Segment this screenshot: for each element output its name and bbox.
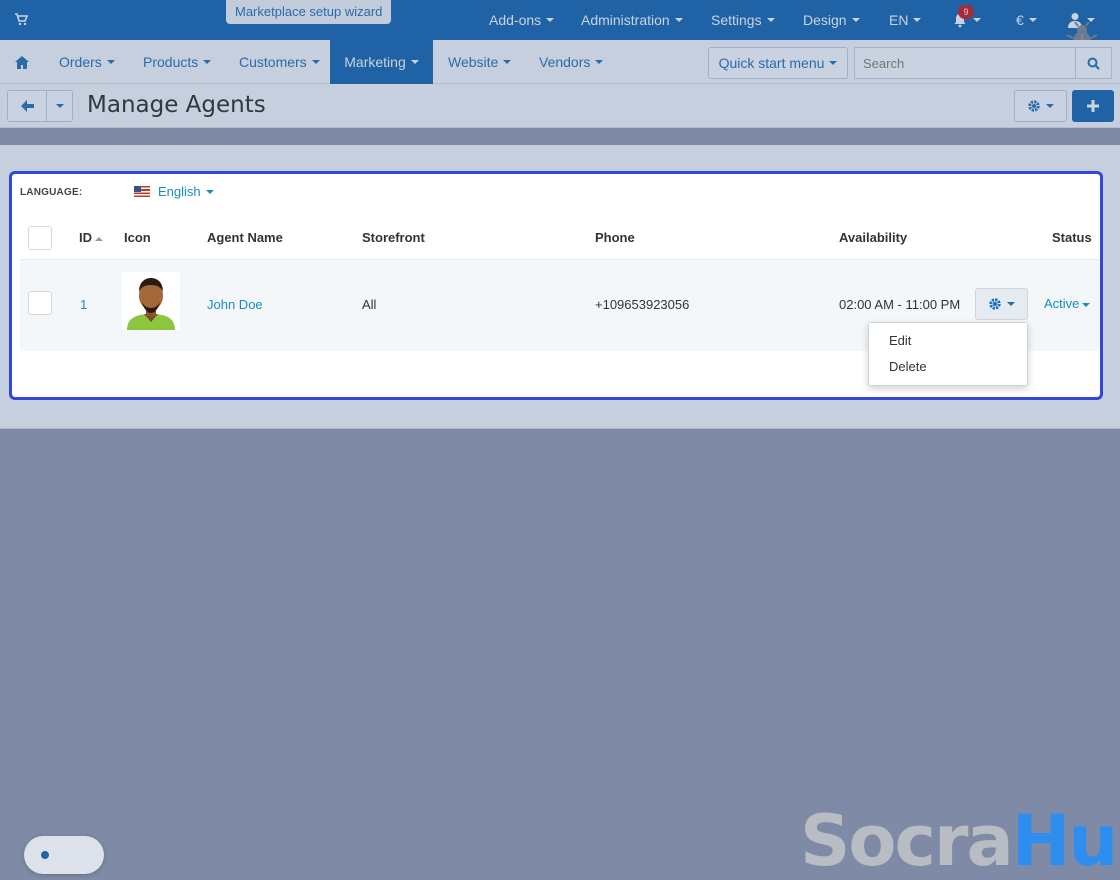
row-actions-button[interactable] <box>975 288 1028 320</box>
menu-currency-label: € <box>1016 12 1024 28</box>
chevron-down-icon <box>829 61 838 65</box>
nav-products[interactable]: Products <box>143 40 212 84</box>
nav-vendors[interactable]: Vendors <box>539 40 604 84</box>
menu-add-ons[interactable]: Add-ons <box>489 0 555 40</box>
menu-administration[interactable]: Administration <box>581 0 683 40</box>
us-flag-icon <box>134 186 150 197</box>
quick-start-menu-button[interactable]: Quick start menu <box>708 47 848 79</box>
chevron-down-icon <box>546 18 555 22</box>
chevron-down-icon <box>674 18 683 22</box>
menu-language[interactable]: EN <box>889 0 922 40</box>
main-nav: Orders Products Customers Marketing Webs… <box>0 40 1120 84</box>
top-bar: Marketplace setup wizard Add-ons Adminis… <box>0 0 1120 40</box>
nav-website[interactable]: Website <box>448 40 512 84</box>
gear-icon <box>1028 100 1040 112</box>
column-header-phone[interactable]: Phone <box>595 230 635 245</box>
row-phone: +109653923056 <box>595 297 690 312</box>
menu-add-ons-label: Add-ons <box>489 12 542 28</box>
page-title: Manage Agents <box>87 92 266 118</box>
chevron-down-icon <box>973 18 981 22</box>
chevron-down-icon <box>203 60 212 64</box>
menu-settings-label: Settings <box>711 12 762 28</box>
chevron-down-icon <box>1082 302 1091 307</box>
menu-design[interactable]: Design <box>803 0 860 40</box>
marketplace-wizard-button[interactable]: Marketplace setup wizard <box>226 0 392 24</box>
brand-watermark: SocraHub <box>800 806 1120 876</box>
chevron-down-icon <box>410 60 419 64</box>
column-header-storefront[interactable]: Storefront <box>362 230 425 245</box>
demo-logo-icon <box>41 851 49 859</box>
column-id-label: ID <box>79 230 92 245</box>
add-agent-button[interactable] <box>1072 90 1114 122</box>
column-header-agent-name[interactable]: Agent Name <box>207 230 283 245</box>
demo-widget-button[interactable] <box>24 836 104 874</box>
chevron-down-icon <box>595 60 604 64</box>
chevron-down-icon <box>503 60 512 64</box>
gear-icon <box>989 298 1001 310</box>
menu-settings[interactable]: Settings <box>711 0 775 40</box>
language-selector[interactable]: English <box>134 184 214 199</box>
status-label: Active <box>1044 296 1080 311</box>
back-button[interactable] <box>7 90 47 122</box>
home-icon <box>15 55 29 69</box>
chevron-down-icon <box>1046 104 1054 108</box>
column-header-availability[interactable]: Availability <box>839 230 907 245</box>
row-availability: 02:00 AM - 11:00 PM <box>839 297 961 312</box>
nav-customers-label: Customers <box>239 54 307 70</box>
column-header-status[interactable]: Status <box>1052 230 1092 245</box>
chevron-down-icon <box>106 60 115 64</box>
menu-currency[interactable]: € <box>1016 0 1037 40</box>
brand-part2: Hub <box>1011 800 1120 880</box>
notifications-count-badge: 9 <box>958 5 974 19</box>
nav-website-label: Website <box>448 54 499 70</box>
agent-name-link[interactable]: John Doe <box>207 297 263 312</box>
chevron-down-icon <box>55 104 64 108</box>
agents-panel: LANGUAGE: English ID Icon Agent Name Sto… <box>9 171 1103 400</box>
history-dropdown-button[interactable] <box>46 90 73 122</box>
chevron-down-icon <box>1007 302 1015 306</box>
row-checkbox[interactable] <box>28 291 52 315</box>
column-header-icon: Icon <box>124 230 151 245</box>
title-bar: Manage Agents <box>0 84 1120 128</box>
menu-administration-label: Administration <box>581 12 670 28</box>
chevron-down-icon <box>311 60 320 64</box>
menu-item-delete[interactable]: Delete <box>889 359 927 374</box>
row-id[interactable]: 1 <box>80 297 87 312</box>
nav-marketing[interactable]: Marketing <box>330 40 433 84</box>
agent-avatar <box>122 272 180 330</box>
status-dropdown[interactable]: Active <box>1044 296 1091 311</box>
search-icon <box>1087 57 1100 70</box>
search-button[interactable] <box>1075 47 1112 79</box>
chevron-down-icon <box>913 18 922 22</box>
cart-icon[interactable] <box>14 12 28 26</box>
chevron-down-icon <box>1028 18 1037 22</box>
row-actions-menu: Edit Delete <box>868 322 1028 386</box>
brand-part1: Socra <box>800 800 1014 880</box>
search-input[interactable] <box>854 47 1076 79</box>
chevron-down-icon <box>205 189 214 194</box>
language-label: LANGUAGE: <box>20 187 83 198</box>
nav-orders-label: Orders <box>59 54 102 70</box>
settings-button[interactable] <box>1014 90 1067 122</box>
chevron-down-icon <box>766 18 775 22</box>
plus-icon <box>1087 100 1099 112</box>
menu-language-label: EN <box>889 12 909 28</box>
row-storefront: All <box>362 297 377 312</box>
nav-orders[interactable]: Orders <box>59 40 115 84</box>
menu-item-edit[interactable]: Edit <box>889 333 911 348</box>
nav-products-label: Products <box>143 54 199 70</box>
nav-customers[interactable]: Customers <box>239 40 320 84</box>
chevron-down-icon <box>851 18 860 22</box>
quick-start-label: Quick start menu <box>718 55 825 71</box>
column-header-id[interactable]: ID <box>79 230 103 245</box>
nav-vendors-label: Vendors <box>539 54 591 70</box>
home-button[interactable] <box>0 40 44 84</box>
menu-design-label: Design <box>803 12 847 28</box>
arrow-left-icon <box>20 100 34 112</box>
nav-marketing-label: Marketing <box>344 54 406 70</box>
select-all-checkbox[interactable] <box>28 226 52 250</box>
language-value: English <box>158 184 201 199</box>
sort-asc-icon <box>95 236 103 241</box>
